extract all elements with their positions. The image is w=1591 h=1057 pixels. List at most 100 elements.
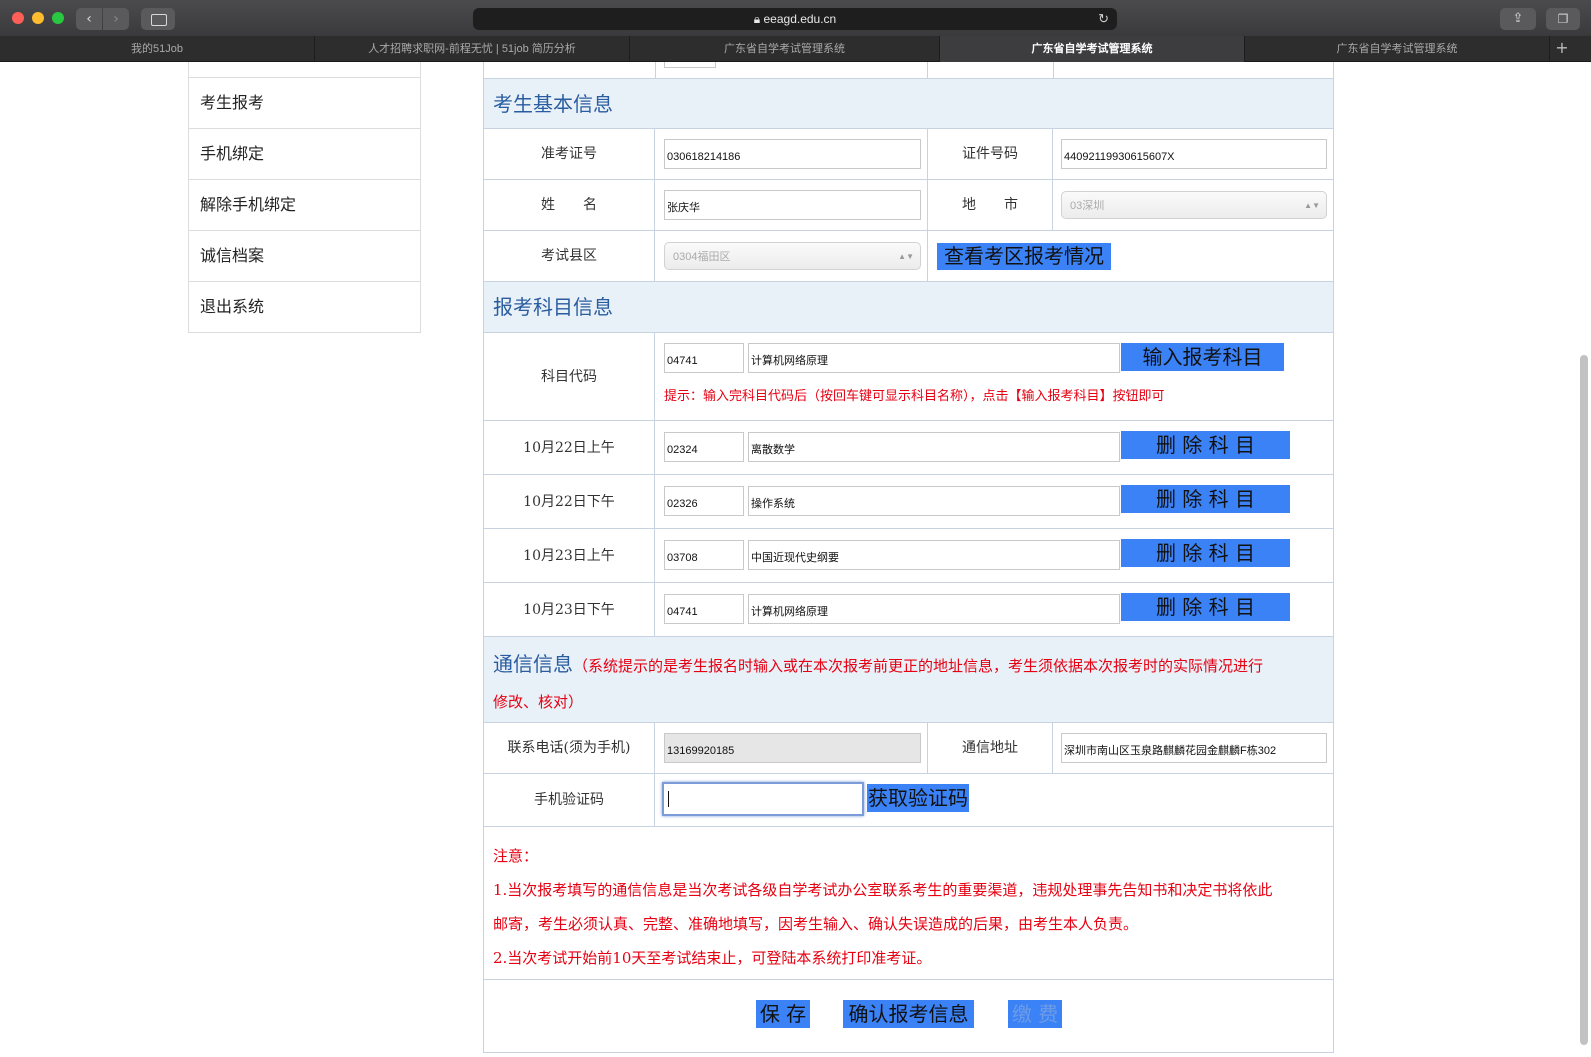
section-title: 考生基本信息 [493, 92, 613, 116]
address-bar[interactable]: 🔒︎ eeagd.edu.cn ↻ [473, 8, 1117, 30]
back-button[interactable]: ‹ [76, 8, 102, 30]
chevron-right-icon: › [113, 11, 119, 27]
name-input[interactable]: 张庆华 [664, 190, 921, 220]
notice-line: 2.当次考试开始前10天至考试结束止，可登陆本系统打印准考证。 [493, 949, 932, 967]
menu-top-edge [189, 62, 420, 78]
share-icon: ⇪ [1512, 11, 1524, 26]
action-bar: 保 存 确认报考信息 缴 费 [484, 980, 1333, 1053]
notice-line: 1.当次报考填写的通信信息是当次考试各级自学考试办公室联系考生的重要渠道，违规处… [493, 881, 1273, 899]
form-top-stub [484, 62, 1333, 79]
subject-time: 10月23日上午 [484, 529, 655, 582]
delete-subject-button[interactable]: 删 除 科 目 [1121, 539, 1290, 567]
section-title: 通信信息 [493, 652, 573, 676]
admission-number-input[interactable]: 030618214186 [664, 139, 921, 169]
menu-item-logout[interactable]: 退出系统 [189, 282, 420, 333]
lock-icon: 🔒︎ [753, 12, 761, 26]
notice-line: 邮寄，考生必须认真、完整、准确地填写，因考生输入、确认失误造成的后果，由考生本人… [493, 915, 1139, 933]
forward-button[interactable]: › [103, 8, 129, 30]
subject-name-field[interactable]: 操作系统 [748, 486, 1120, 516]
subject-row: 10月22日上午 02324 离散数学 删 除 科 目 [484, 421, 1333, 475]
notice-heading: 注意： [493, 847, 539, 865]
row-subject-entry: 科目代码 04741 计算机网络原理 输入报考科目 提示：输入完科目代码后（按回… [484, 333, 1333, 421]
new-tab-button[interactable]: + [1550, 36, 1574, 62]
city-select[interactable]: 03深圳 ▲▼ [1061, 191, 1327, 219]
subject-row: 10月22日下午 02326 操作系统 删 除 科 目 [484, 475, 1333, 529]
city-select-value: 03深圳 [1070, 200, 1105, 212]
delete-subject-button[interactable]: 删 除 科 目 [1121, 431, 1290, 459]
city-label: 地 市 [927, 180, 1053, 230]
section-contact: 通信信息（系统提示的是考生报名时输入或在本次报考前更正的地址信息，考生须依据本次… [484, 637, 1333, 723]
address-input[interactable]: 深圳市南山区玉泉路麒麟花园金麒麟F栋302 [1061, 733, 1327, 763]
subject-code-field[interactable]: 03708 [664, 540, 744, 570]
add-subject-button[interactable]: 输入报考科目 [1121, 343, 1284, 371]
subject-name-field[interactable]: 离散数学 [748, 432, 1120, 462]
reload-icon[interactable]: ↻ [1098, 8, 1109, 30]
subject-time: 10月22日下午 [484, 475, 655, 528]
row-verify-code: 手机验证码 获取验证码 [484, 774, 1333, 827]
contact-note-cont: 修改、核对） [493, 693, 584, 711]
district-select-value: 0304福田区 [673, 251, 731, 263]
tab-51job-resume[interactable]: 人才招聘求职网-前程无忧 | 51job 简历分析 [315, 36, 630, 62]
zoom-window-button[interactable] [52, 12, 64, 24]
subject-code-label: 科目代码 [484, 333, 655, 420]
share-button[interactable]: ⇪ [1500, 8, 1536, 30]
menu-item-integrity[interactable]: 诚信档案 [189, 231, 420, 282]
subject-name-field[interactable]: 计算机网络原理 [748, 594, 1120, 624]
get-verify-code-button[interactable]: 获取验证码 [867, 784, 969, 812]
verify-code-input[interactable] [662, 782, 864, 816]
text-cursor [668, 791, 669, 807]
menu-item-phone-bind[interactable]: 手机绑定 [189, 129, 420, 180]
subject-time: 10月23日下午 [484, 583, 655, 636]
row-name-city: 姓 名 张庆华 地 市 03深圳 ▲▼ [484, 180, 1333, 231]
tab-exam-system-3[interactable]: 广东省自学考试管理系统 [1245, 36, 1550, 62]
notice-block: 注意： 1.当次报考填写的通信信息是当次考试各级自学考试办公室联系考生的重要渠道… [484, 827, 1333, 980]
minimize-window-button[interactable] [32, 12, 44, 24]
view-district-button[interactable]: 查看考区报考情况 [937, 243, 1111, 270]
save-button[interactable]: 保 存 [756, 1000, 810, 1028]
menu-item-register[interactable]: 考生报考 [189, 78, 420, 129]
verify-code-label: 手机验证码 [484, 774, 655, 826]
tab-bar: 我的51Job 人才招聘求职网-前程无忧 | 51job 简历分析 广东省自学考… [0, 36, 1591, 62]
row-admission-id: 准考证号 030618214186 证件号码 44092119930615607… [484, 129, 1333, 180]
delete-subject-button[interactable]: 删 除 科 目 [1121, 485, 1290, 513]
menu-item-phone-unbind[interactable]: 解除手机绑定 [189, 180, 420, 231]
subject-name-input[interactable]: 计算机网络原理 [748, 343, 1120, 373]
page-scrollbar[interactable] [1580, 355, 1588, 1045]
row-district: 考试县区 0304福田区 ▲▼ 查看考区报考情况 [484, 231, 1333, 282]
tab-exam-system-active[interactable]: 广东省自学考试管理系统 [940, 36, 1245, 62]
phone-input[interactable]: 13169920185 [664, 733, 921, 763]
contact-note: （系统提示的是考生报名时输入或在本次报考前更正的地址信息，考生须依据本次报考时的… [573, 657, 1264, 675]
subject-code-field[interactable]: 02326 [664, 486, 744, 516]
tabs-overview-icon: ❐ [1557, 12, 1569, 26]
subject-code-field[interactable]: 02324 [664, 432, 744, 462]
tab-exam-system-1[interactable]: 广东省自学考试管理系统 [630, 36, 940, 62]
select-arrows-icon: ▲▼ [1304, 201, 1320, 210]
id-number-input[interactable]: 44092119930615607X [1061, 139, 1327, 169]
id-label: 证件号码 [927, 129, 1053, 179]
chevron-left-icon: ‹ [86, 11, 92, 27]
registration-form: 考生基本信息 准考证号 030618214186 证件号码 4409211993… [483, 62, 1334, 1053]
subject-row: 10月23日下午 04741 计算机网络原理 删 除 科 目 [484, 583, 1333, 637]
tab-51job[interactable]: 我的51Job [0, 36, 315, 62]
row-phone-address: 联系电话(须为手机) 13169920185 通信地址 深圳市南山区玉泉路麒麟花… [484, 723, 1333, 774]
delete-subject-button[interactable]: 删 除 科 目 [1121, 593, 1290, 621]
subject-hint: 提示：输入完科目代码后（按回车键可显示科目名称），点击【输入报考科目】按钮即可 [664, 389, 1165, 404]
district-label: 考试县区 [484, 231, 655, 281]
section-basic-info: 考生基本信息 [484, 79, 1333, 129]
district-select[interactable]: 0304福田区 ▲▼ [664, 242, 921, 270]
subject-code-input[interactable]: 04741 [664, 343, 744, 373]
confirm-registration-button[interactable]: 确认报考信息 [843, 1000, 974, 1028]
close-window-button[interactable] [12, 12, 24, 24]
address-label: 通信地址 [927, 723, 1053, 773]
phone-label: 联系电话(须为手机) [484, 723, 655, 773]
left-menu: 考生报考 手机绑定 解除手机绑定 诚信档案 退出系统 [188, 62, 421, 333]
subject-code-field[interactable]: 04741 [664, 594, 744, 624]
pay-button[interactable]: 缴 费 [1008, 1000, 1062, 1028]
section-subjects: 报考科目信息 [484, 282, 1333, 333]
show-tabs-button[interactable]: ❐ [1546, 8, 1580, 30]
admission-label: 准考证号 [484, 129, 655, 179]
subject-name-field[interactable]: 中国近现代史纲要 [748, 540, 1120, 570]
subject-time: 10月22日上午 [484, 421, 655, 474]
sidebar-toggle-button[interactable] [141, 8, 175, 30]
name-label: 姓 名 [484, 180, 655, 230]
